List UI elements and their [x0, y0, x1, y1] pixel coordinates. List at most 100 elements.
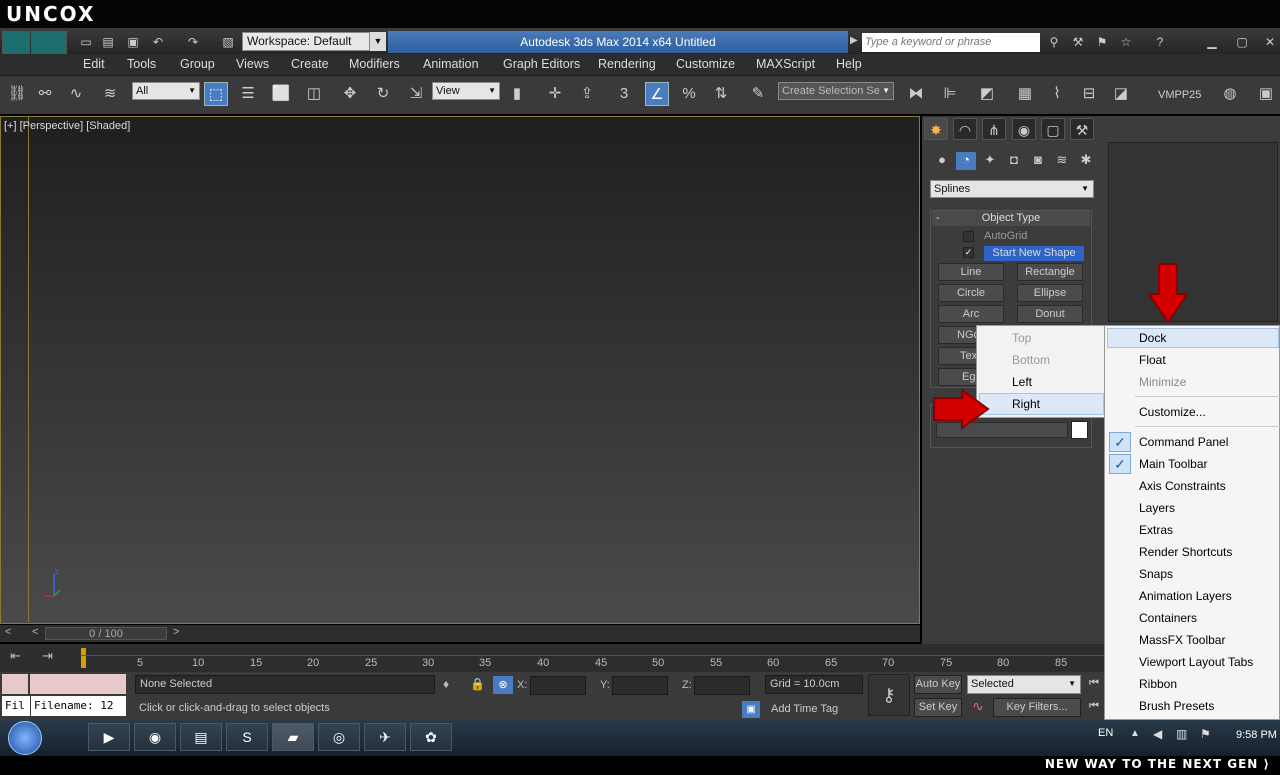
- explorer-icon[interactable]: ▤: [180, 723, 222, 751]
- viewport-label[interactable]: [+] [Perspective] [Shaded]: [4, 120, 130, 132]
- line-button[interactable]: Line: [938, 263, 1004, 281]
- unlink-icon[interactable]: ⚯: [33, 82, 57, 106]
- absolute-mode-icon[interactable]: ⊗: [493, 676, 513, 694]
- align-icon[interactable]: ⊫: [938, 82, 962, 106]
- maxscript-output-right[interactable]: Filename: 12: [31, 696, 126, 716]
- subscription-icon[interactable]: ⚒: [1070, 35, 1086, 49]
- display-tab-icon[interactable]: ▢: [1041, 118, 1065, 140]
- search-expand-icon[interactable]: ▶: [850, 35, 858, 46]
- key-filters-button[interactable]: Key Filters...: [993, 698, 1081, 717]
- z-coordinate-field[interactable]: [694, 676, 750, 695]
- scale-icon[interactable]: ⇲: [404, 82, 428, 106]
- new-file-icon[interactable]: ▭: [78, 35, 94, 49]
- set-key-icon[interactable]: ⚷: [868, 674, 910, 716]
- track-filter-icon[interactable]: ⇤: [10, 648, 21, 664]
- rotate-icon[interactable]: ↻: [371, 82, 395, 106]
- edit-named-selection-icon[interactable]: ✎: [746, 82, 770, 106]
- space-warps-category-icon[interactable]: ≋: [1052, 152, 1072, 170]
- go-to-start-icon[interactable]: ⏮: [1089, 677, 1099, 690]
- dock-right-item[interactable]: Right: [1012, 397, 1040, 411]
- paint-icon[interactable]: ✿: [410, 723, 452, 751]
- bind-space-warp-icon[interactable]: ∿: [64, 82, 88, 106]
- start-button-icon[interactable]: [8, 721, 42, 755]
- menu-snaps-item[interactable]: Snaps: [1139, 567, 1173, 581]
- media-player-icon[interactable]: ▶: [88, 723, 130, 751]
- perspective-viewport[interactable]: [0, 116, 920, 624]
- menu-modifiers[interactable]: Modifiers: [349, 57, 400, 71]
- utilities-tab-icon[interactable]: ⚒: [1070, 118, 1094, 140]
- workspace-dropdown-icon[interactable]: ▼: [370, 32, 386, 51]
- menu-graph-editors[interactable]: Graph Editors: [503, 57, 580, 71]
- menu-tools[interactable]: Tools: [127, 57, 156, 71]
- pivot-center-icon[interactable]: ▮: [505, 82, 529, 106]
- scene-explorer-icon[interactable]: ▦: [1013, 82, 1037, 106]
- track-view-icon[interactable]: ⇥: [42, 648, 53, 664]
- menu-layers-item[interactable]: Layers: [1139, 501, 1175, 515]
- menu-dock-item[interactable]: Dock: [1139, 331, 1166, 345]
- menu-help[interactable]: Help: [836, 57, 862, 71]
- time-next-icon[interactable]: >: [173, 626, 179, 638]
- menu-containers-item[interactable]: Containers: [1139, 611, 1197, 625]
- menu-views[interactable]: Views: [236, 57, 269, 71]
- workspace-select[interactable]: Workspace: Default: [242, 32, 370, 51]
- maxscript-output-left[interactable]: Fil: [2, 696, 30, 716]
- undo-icon[interactable]: ↶: [150, 35, 166, 49]
- open-file-icon[interactable]: ▤: [100, 35, 116, 49]
- menu-animation[interactable]: Animation: [423, 57, 479, 71]
- maxscript-listener-mini[interactable]: [2, 674, 28, 694]
- link-icon[interactable]: ⛓: [5, 82, 29, 106]
- menu-minimize-item[interactable]: Minimize: [1139, 375, 1186, 389]
- circle-button[interactable]: Circle: [938, 284, 1004, 302]
- dock-bottom-item[interactable]: Bottom: [1012, 353, 1050, 367]
- donut-button[interactable]: Donut: [1017, 305, 1083, 323]
- menu-massfx-toolbar-item[interactable]: MassFX Toolbar: [1139, 633, 1225, 647]
- menu-main-toolbar-item[interactable]: Main Toolbar: [1139, 457, 1207, 471]
- maximize-window-icon[interactable]: ▢: [1234, 35, 1250, 49]
- time-back-icon[interactable]: <: [5, 626, 11, 638]
- dock-left-item[interactable]: Left: [1012, 375, 1032, 389]
- move-icon[interactable]: ✥: [338, 82, 362, 106]
- menu-ribbon-item[interactable]: Ribbon: [1139, 677, 1177, 691]
- menu-brush-presets-item[interactable]: Brush Presets: [1139, 699, 1214, 713]
- minimize-window-icon[interactable]: ▁: [1204, 35, 1220, 49]
- close-window-icon[interactable]: ✕: [1262, 35, 1278, 49]
- menu-float-item[interactable]: Float: [1139, 353, 1166, 367]
- menu-command-panel-item[interactable]: Command Panel: [1139, 435, 1228, 449]
- geometry-category-icon[interactable]: ●: [932, 152, 952, 170]
- menu-viewport-layout-tabs-item[interactable]: Viewport Layout Tabs: [1139, 655, 1253, 669]
- bind-icon[interactable]: ≋: [98, 82, 122, 106]
- tray-expand-icon[interactable]: ▲: [1130, 728, 1140, 739]
- redo-icon[interactable]: ↷: [185, 35, 201, 49]
- skype-icon[interactable]: S: [226, 723, 268, 751]
- cameras-category-icon[interactable]: ◘: [1004, 152, 1024, 170]
- window-crossing-icon[interactable]: ◫: [302, 82, 326, 106]
- menu-customize-item[interactable]: Customize...: [1139, 405, 1206, 419]
- object-color-swatch[interactable]: [1071, 421, 1088, 439]
- helpers-category-icon[interactable]: ◙: [1028, 152, 1048, 170]
- object-category-select[interactable]: Splines ▼: [930, 180, 1094, 198]
- select-object-icon[interactable]: ⬚: [204, 82, 228, 106]
- schematic-view-icon[interactable]: ⊟: [1077, 82, 1101, 106]
- binoculars-icon[interactable]: ⚲: [1046, 35, 1062, 49]
- autogrid-checkbox[interactable]: [963, 231, 974, 242]
- menu-rendering[interactable]: Rendering: [598, 57, 656, 71]
- start-new-shape-button[interactable]: Start New Shape: [984, 246, 1084, 261]
- spinner-snap-icon[interactable]: ⇅: [709, 82, 733, 106]
- help-icon[interactable]: ?: [1152, 35, 1168, 49]
- x-coordinate-field[interactable]: [530, 676, 586, 695]
- selection-filter-select[interactable]: All ▼: [132, 82, 200, 100]
- network-icon[interactable]: ▥: [1176, 727, 1187, 741]
- menu-animation-layers-item[interactable]: Animation Layers: [1139, 589, 1232, 603]
- select-by-name-icon[interactable]: ☰: [236, 82, 260, 106]
- hierarchy-tab-icon[interactable]: ⋔: [982, 118, 1006, 140]
- menu-render-shortcuts-item[interactable]: Render Shortcuts: [1139, 545, 1232, 559]
- menu-edit[interactable]: Edit: [83, 57, 105, 71]
- dock-top-item[interactable]: Top: [1012, 331, 1031, 345]
- track-bar[interactable]: [0, 644, 1104, 672]
- angle-snap-icon[interactable]: ∠: [645, 82, 669, 106]
- search-input[interactable]: Type a keyword or phrase: [862, 33, 1040, 52]
- maxscript-input-mini[interactable]: [30, 674, 126, 694]
- reference-coordinate-select[interactable]: View ▼: [432, 82, 500, 100]
- menu-group[interactable]: Group: [180, 57, 215, 71]
- menu-extras-item[interactable]: Extras: [1139, 523, 1173, 537]
